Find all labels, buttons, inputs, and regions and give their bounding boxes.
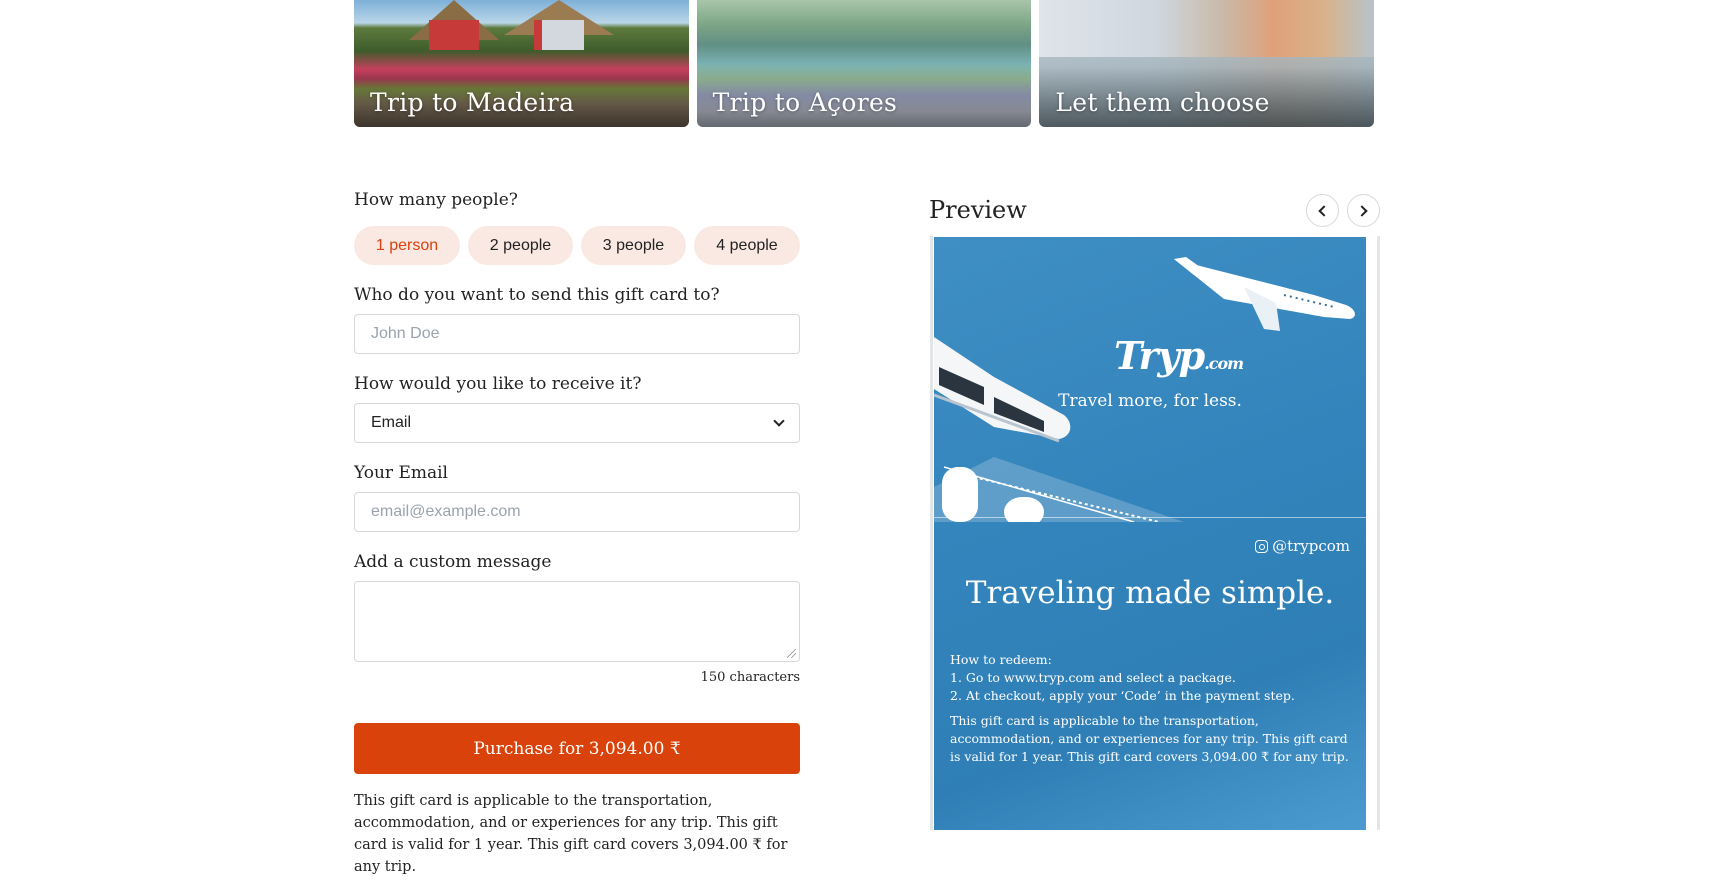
custom-message-textarea[interactable]	[354, 581, 800, 662]
trip-card-acores[interactable]: Trip to Açores	[696, 0, 1032, 127]
resize-handle-icon[interactable]	[787, 649, 796, 658]
trip-card-madeira[interactable]: Trip to Madeira	[354, 0, 689, 127]
trip-card-label: Trip to Açores	[712, 88, 898, 117]
trip-cards: Trip to Madeira Trip to Açores Let them …	[354, 0, 1375, 127]
redeem-step-1: 1. Go to www.tryp.com and select a packa…	[950, 670, 1236, 685]
instagram-text: @trypcom	[1272, 537, 1350, 555]
instagram-icon	[1255, 539, 1269, 553]
card-terms: This gift card is applicable to the tran…	[950, 713, 1349, 764]
instagram-handle: @trypcom	[1255, 537, 1350, 555]
message-label: Add a custom message	[354, 552, 552, 572]
redeem-title: How to redeem:	[950, 652, 1052, 667]
plane-illustration	[1174, 257, 1355, 331]
tryp-logo: Tryp.com	[1114, 333, 1244, 378]
receive-question: How would you like to receive it?	[354, 374, 642, 394]
logo-text: Tryp	[1114, 333, 1205, 378]
delivery-method-select[interactable]: Email	[354, 403, 800, 443]
recipient-question: Who do you want to send this gift card t…	[354, 285, 720, 305]
logo-suffix: .com	[1204, 354, 1244, 373]
trip-card-label: Trip to Madeira	[370, 88, 575, 117]
madeira-house	[534, 20, 584, 50]
email-label: Your Email	[354, 463, 448, 483]
redeem-step-2: 2. At checkout, apply your ‘Code’ in the…	[950, 688, 1295, 703]
gift-card-form: How many people? 1 person 2 people 3 peo…	[354, 190, 800, 878]
next-design-button[interactable]	[1347, 194, 1380, 227]
character-count: 150 characters	[700, 670, 800, 685]
card-tagline: Travel more, for less.	[1058, 391, 1242, 411]
people-selector: 1 person 2 people 3 people 4 people	[354, 226, 800, 265]
previous-design-button[interactable]	[1306, 194, 1339, 227]
gift-card-note: This gift card is applicable to the tran…	[354, 793, 788, 875]
chevron-down-icon	[773, 415, 785, 427]
recipient-name-input[interactable]: John Doe	[354, 314, 800, 354]
trip-card-label: Let them choose	[1055, 88, 1270, 117]
people-option-1[interactable]: 1 person	[354, 226, 460, 265]
people-option-4[interactable]: 4 people	[694, 226, 800, 265]
madeira-house	[429, 20, 479, 50]
people-question: How many people?	[354, 190, 518, 210]
redeem-instructions: How to redeem: 1. Go to www.tryp.com and…	[950, 651, 1355, 766]
people-option-2[interactable]: 2 people	[468, 226, 573, 265]
trip-card-let-them-choose[interactable]: Let them choose	[1039, 0, 1375, 127]
people-option-3[interactable]: 3 people	[581, 226, 686, 265]
preview-title: Preview	[929, 196, 1027, 224]
chevron-right-icon	[1356, 204, 1368, 217]
email-placeholder: email@example.com	[371, 503, 521, 520]
gift-card-preview: Tryp.com Travel more, for less. @trypcom…	[934, 237, 1366, 830]
email-input[interactable]: email@example.com	[354, 492, 800, 532]
purchase-button[interactable]: Purchase for 3,094.00 ₹	[354, 723, 800, 774]
card-divider	[934, 517, 1366, 518]
card-headline: Traveling made simple.	[965, 575, 1335, 611]
chevron-left-icon	[1318, 204, 1330, 217]
recipient-placeholder: John Doe	[371, 325, 440, 342]
delivery-method-value: Email	[371, 414, 412, 431]
